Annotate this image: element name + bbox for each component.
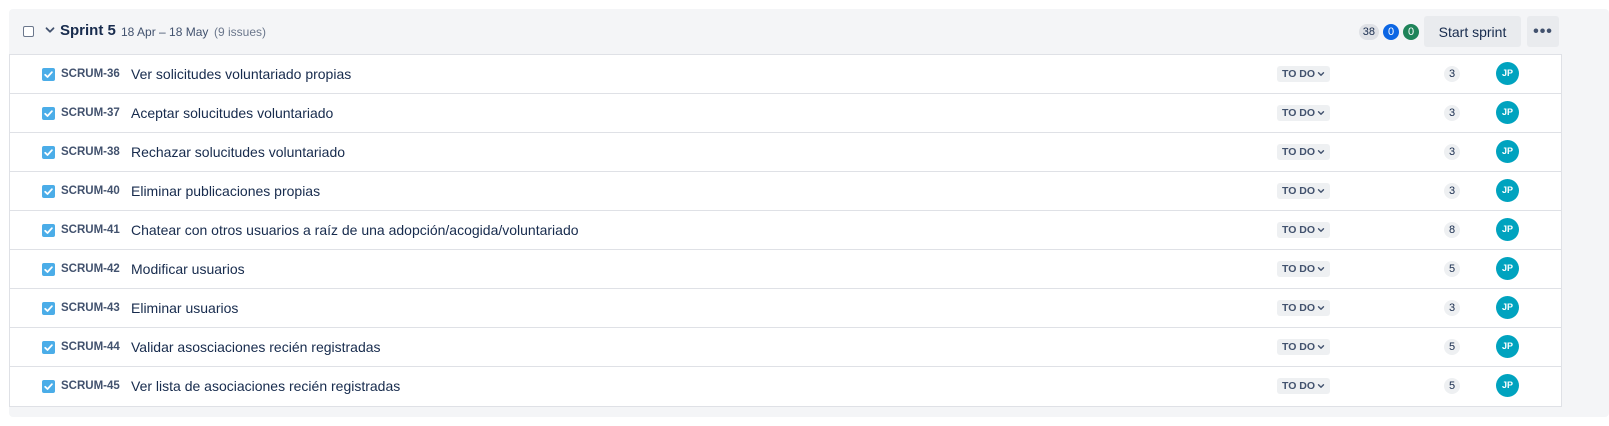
issue-key[interactable]: SCRUM-45 bbox=[61, 380, 120, 392]
story-checkbox-icon bbox=[42, 185, 55, 198]
issue-row[interactable]: SCRUM-45 Ver lista de asociaciones recié… bbox=[10, 367, 1561, 406]
status-label: TO DO bbox=[1282, 263, 1316, 275]
issue-list: SCRUM-36 Ver solicitudes voluntariado pr… bbox=[9, 54, 1562, 407]
story-checkbox-icon bbox=[42, 107, 55, 120]
story-checkbox-icon bbox=[42, 341, 55, 354]
chevron-down-icon bbox=[1317, 306, 1325, 310]
status-dropdown[interactable]: TO DO bbox=[1277, 339, 1331, 355]
status-dropdown[interactable]: TO DO bbox=[1277, 105, 1331, 121]
issue-summary[interactable]: Eliminar usuarios bbox=[131, 300, 238, 316]
status-label: TO DO bbox=[1282, 341, 1316, 353]
issue-row[interactable]: SCRUM-40 Eliminar publicaciones propias … bbox=[10, 172, 1561, 211]
sprint-title[interactable]: Sprint 5 bbox=[60, 22, 116, 39]
story-points-badge[interactable]: 3 bbox=[1444, 105, 1460, 121]
story-checkbox-icon bbox=[42, 224, 55, 237]
issue-row[interactable]: SCRUM-43 Eliminar usuarios TO DO 3 JP bbox=[10, 289, 1561, 328]
issue-row[interactable]: SCRUM-41 Chatear con otros usuarios a ra… bbox=[10, 211, 1561, 250]
sprint-select-checkbox[interactable] bbox=[23, 26, 34, 37]
issue-key[interactable]: SCRUM-36 bbox=[61, 68, 120, 80]
more-icon: ••• bbox=[1533, 23, 1553, 40]
assignee-avatar[interactable]: JP bbox=[1496, 218, 1519, 241]
assignee-avatar[interactable]: JP bbox=[1496, 62, 1519, 85]
issue-key[interactable]: SCRUM-38 bbox=[61, 146, 120, 158]
status-dropdown[interactable]: TO DO bbox=[1277, 261, 1331, 277]
assignee-avatar[interactable]: JP bbox=[1496, 374, 1519, 397]
issue-summary[interactable]: Eliminar publicaciones propias bbox=[131, 183, 320, 199]
status-dropdown[interactable]: TO DO bbox=[1277, 183, 1331, 199]
story-points-badge[interactable]: 8 bbox=[1444, 222, 1460, 238]
chevron-down-icon bbox=[1317, 72, 1325, 76]
assignee-avatar[interactable]: JP bbox=[1496, 296, 1519, 319]
status-dropdown[interactable]: TO DO bbox=[1277, 378, 1331, 394]
sprint-points-summary: 38 0 0 bbox=[1358, 24, 1419, 40]
issue-row[interactable]: SCRUM-42 Modificar usuarios TO DO 5 JP bbox=[10, 250, 1561, 289]
issue-summary[interactable]: Modificar usuarios bbox=[131, 261, 245, 277]
chevron-down-icon bbox=[1317, 384, 1325, 388]
issue-summary[interactable]: Ver solicitudes voluntariado propias bbox=[131, 66, 351, 82]
status-label: TO DO bbox=[1282, 185, 1316, 197]
sprint-container: Sprint 5 18 Apr – 18 May (9 issues) 38 0… bbox=[9, 9, 1609, 417]
status-dropdown[interactable]: TO DO bbox=[1277, 222, 1331, 238]
issue-summary[interactable]: Ver lista de asociaciones recién registr… bbox=[131, 378, 400, 394]
chevron-down-icon bbox=[1317, 267, 1325, 271]
assignee-avatar[interactable]: JP bbox=[1496, 179, 1519, 202]
chevron-down-icon bbox=[1317, 111, 1325, 115]
issue-row[interactable]: SCRUM-36 Ver solicitudes voluntariado pr… bbox=[10, 55, 1561, 94]
status-label: TO DO bbox=[1282, 302, 1316, 314]
status-dropdown[interactable]: TO DO bbox=[1277, 66, 1331, 82]
in-progress-points-badge: 0 bbox=[1383, 24, 1399, 40]
issue-key[interactable]: SCRUM-41 bbox=[61, 224, 120, 236]
issue-key[interactable]: SCRUM-37 bbox=[61, 107, 120, 119]
issue-row[interactable]: SCRUM-44 Validar asosciaciones recién re… bbox=[10, 328, 1561, 367]
chevron-down-icon[interactable] bbox=[43, 23, 57, 37]
issue-key[interactable]: SCRUM-44 bbox=[61, 341, 120, 353]
chevron-down-icon bbox=[1317, 189, 1325, 193]
chevron-down-icon bbox=[1317, 150, 1325, 154]
story-points-badge[interactable]: 5 bbox=[1444, 261, 1460, 277]
story-points-badge[interactable]: 3 bbox=[1444, 300, 1460, 316]
chevron-down-icon bbox=[1317, 228, 1325, 232]
status-dropdown[interactable]: TO DO bbox=[1277, 300, 1331, 316]
issue-summary[interactable]: Chatear con otros usuarios a raíz de una… bbox=[131, 222, 579, 238]
story-points-badge[interactable]: 5 bbox=[1444, 339, 1460, 355]
issue-summary[interactable]: Aceptar solucitudes voluntariado bbox=[131, 105, 333, 121]
assignee-avatar[interactable]: JP bbox=[1496, 140, 1519, 163]
status-label: TO DO bbox=[1282, 380, 1316, 392]
story-points-badge[interactable]: 3 bbox=[1444, 66, 1460, 82]
status-label: TO DO bbox=[1282, 68, 1316, 80]
story-points-badge[interactable]: 3 bbox=[1444, 183, 1460, 199]
total-points-badge: 38 bbox=[1358, 24, 1379, 40]
issue-row[interactable]: SCRUM-38 Rechazar solucitudes voluntaria… bbox=[10, 133, 1561, 172]
chevron-down-icon bbox=[1317, 345, 1325, 349]
issue-row[interactable]: SCRUM-37 Aceptar solucitudes voluntariad… bbox=[10, 94, 1561, 133]
assignee-avatar[interactable]: JP bbox=[1496, 257, 1519, 280]
issue-summary[interactable]: Rechazar solucitudes voluntariado bbox=[131, 144, 345, 160]
start-sprint-button[interactable]: Start sprint bbox=[1424, 16, 1521, 47]
status-dropdown[interactable]: TO DO bbox=[1277, 144, 1331, 160]
story-checkbox-icon bbox=[42, 302, 55, 315]
issue-key[interactable]: SCRUM-43 bbox=[61, 302, 120, 314]
sprint-header: Sprint 5 18 Apr – 18 May (9 issues) 38 0… bbox=[9, 9, 1609, 54]
status-label: TO DO bbox=[1282, 146, 1316, 158]
assignee-avatar[interactable]: JP bbox=[1496, 335, 1519, 358]
status-label: TO DO bbox=[1282, 107, 1316, 119]
story-checkbox-icon bbox=[42, 263, 55, 276]
more-actions-button[interactable]: ••• bbox=[1527, 16, 1559, 47]
issue-key[interactable]: SCRUM-40 bbox=[61, 185, 120, 197]
story-points-badge[interactable]: 3 bbox=[1444, 144, 1460, 160]
story-points-badge[interactable]: 5 bbox=[1444, 378, 1460, 394]
status-label: TO DO bbox=[1282, 224, 1316, 236]
story-checkbox-icon bbox=[42, 380, 55, 393]
issue-key[interactable]: SCRUM-42 bbox=[61, 263, 120, 275]
assignee-avatar[interactable]: JP bbox=[1496, 101, 1519, 124]
issue-summary[interactable]: Validar asosciaciones recién registradas bbox=[131, 339, 381, 355]
done-points-badge: 0 bbox=[1403, 24, 1419, 40]
sprint-issue-count: (9 issues) bbox=[214, 25, 267, 39]
sprint-dates: 18 Apr – 18 May bbox=[121, 25, 209, 39]
story-checkbox-icon bbox=[42, 146, 55, 159]
story-checkbox-icon bbox=[42, 68, 55, 81]
